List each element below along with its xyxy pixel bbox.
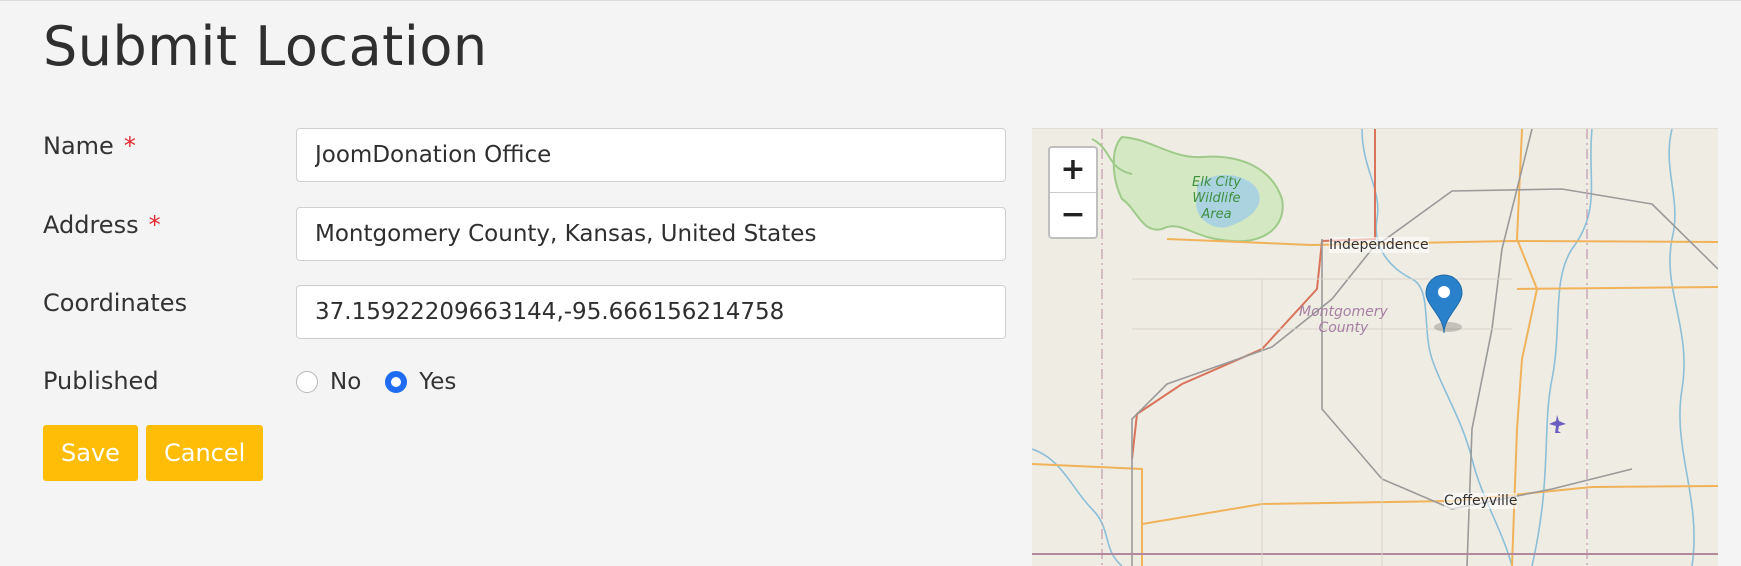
zoom-out-button[interactable]: − — [1050, 192, 1096, 237]
coordinates-label: Coordinates — [43, 289, 188, 317]
published-yes-label[interactable]: Yes — [419, 369, 456, 395]
address-label-text: Address — [43, 211, 139, 239]
cancel-button[interactable]: Cancel — [146, 425, 264, 481]
published-yes-radio[interactable] — [385, 371, 408, 393]
published-no-radio[interactable] — [296, 371, 318, 393]
save-button[interactable]: Save — [43, 425, 138, 481]
required-mark: * — [123, 132, 136, 160]
name-label: Name * — [43, 132, 136, 160]
county-label-line2: County — [1318, 320, 1369, 336]
city-label-independence: Independence — [1329, 237, 1429, 253]
map-tiles — [1032, 129, 1718, 566]
county-label-line1: Montgomery — [1299, 304, 1388, 320]
location-map[interactable]: + − Elk City Wildlife Area Independence … — [1032, 128, 1718, 566]
zoom-in-button[interactable]: + — [1050, 148, 1096, 192]
address-input[interactable] — [296, 207, 1006, 261]
published-label: Published — [43, 367, 159, 395]
page-title: Submit Location — [43, 15, 488, 78]
name-label-text: Name — [43, 132, 114, 160]
park-label-line1: Elk City — [1192, 175, 1241, 190]
city-label-coffeyville: Coffeyville — [1444, 493, 1518, 509]
park-label-line3: Area — [1201, 207, 1232, 222]
name-input[interactable] — [296, 128, 1006, 182]
park-label: Elk City Wildlife Area — [1192, 175, 1241, 223]
map-marker-icon[interactable] — [1425, 274, 1463, 334]
published-no-label[interactable]: No — [330, 369, 361, 395]
zoom-control: + − — [1048, 146, 1098, 239]
required-mark: * — [148, 211, 161, 239]
county-label: Montgomery County — [1299, 304, 1388, 336]
coordinates-input[interactable] — [296, 285, 1006, 339]
address-label: Address * — [43, 211, 161, 239]
published-radio-group: No Yes — [296, 367, 480, 397]
airport-icon — [1549, 415, 1566, 433]
park-label-line2: Wildlife — [1192, 191, 1241, 206]
